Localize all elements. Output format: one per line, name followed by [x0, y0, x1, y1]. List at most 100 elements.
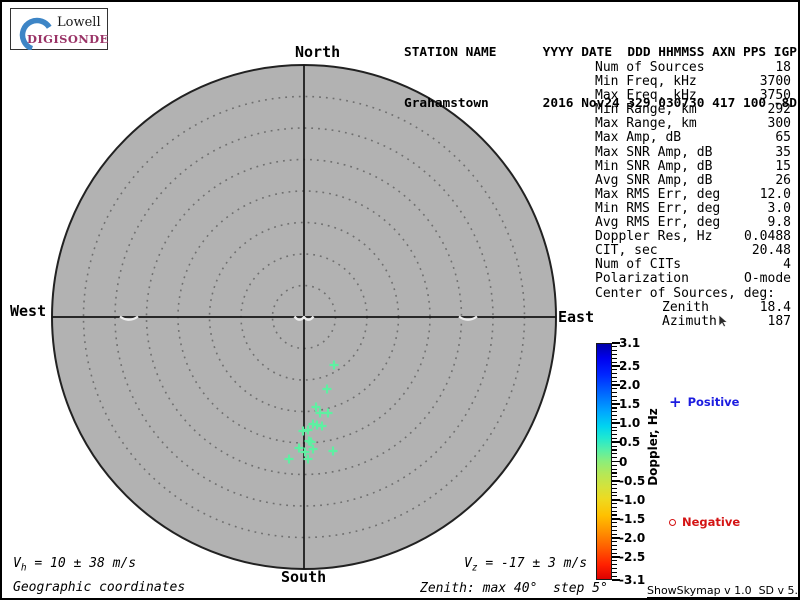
stats-row: Num of Sources 18	[595, 60, 791, 75]
stats-row: Polarization O-mode	[595, 272, 791, 286]
colorbar-tick-label: 2.0	[619, 378, 641, 393]
logo-lowell-text: Lowell	[57, 15, 101, 30]
colorbar-tick-label: 0	[619, 454, 628, 469]
coordinate-system-label: Geographic coordinates	[13, 580, 186, 595]
colorbar-minor-tick	[612, 438, 617, 440]
colorbar-minor-tick	[612, 353, 617, 355]
stats-label: Azimuth	[662, 313, 717, 329]
colorbar-minor-tick	[612, 506, 617, 508]
colorbar-minor-tick	[612, 449, 617, 451]
colorbar-minor-tick	[612, 575, 617, 577]
colorbar-tick-label: -1.0	[619, 492, 646, 507]
colorbar-minor-tick	[612, 376, 617, 378]
colorbar-minor-tick	[612, 395, 617, 398]
stats-label: Doppler Res, Hz	[595, 229, 713, 245]
colorbar-tick-label: 0.5	[619, 435, 641, 450]
colorbar-minor-tick	[612, 514, 617, 516]
stats-row: Zenith 18.4	[595, 299, 791, 315]
stats-value: 18	[775, 60, 791, 75]
stats-value: 20.48	[751, 243, 791, 259]
colorbar-minor-tick	[612, 369, 617, 371]
stats-row: Num of CITs 4	[595, 258, 791, 272]
colorbar-tick-label: -2.5	[619, 550, 646, 565]
colorbar-minor-tick	[612, 564, 617, 566]
colorbar-minor-tick	[612, 388, 617, 390]
stats-value: 12.0	[759, 186, 791, 202]
colorbar-minor-tick	[612, 529, 617, 531]
version-label: ShowSkymap v 1.0 SD v 5.1	[647, 584, 798, 598]
stats-value: 3750	[759, 88, 791, 104]
colorbar-tick-label: -2.0	[619, 530, 646, 545]
stats-label: Zenith	[662, 299, 709, 315]
horizontal-velocity-readout: Vh = 10 ± 38 m/s	[13, 556, 137, 574]
stats-row: Azimuth 187	[595, 313, 791, 329]
colorbar-minor-tick	[612, 522, 617, 524]
stats-value: 26	[775, 172, 791, 188]
colorbar-minor-tick	[612, 392, 617, 394]
legend-positive: + Positive	[669, 392, 739, 411]
stats-label: Avg SNR Amp, dB	[595, 172, 713, 188]
stats-panel: Num of Sources 18 Min Freq, kHz 3700 Max Fre…	[595, 60, 791, 329]
colorbar-minor-tick	[612, 350, 617, 352]
stats-label: Max SNR Amp, dB	[595, 144, 713, 160]
colorbar-minor-tick	[612, 567, 617, 570]
stats-label: Num of Sources	[595, 60, 705, 75]
colorbar-minor-tick	[612, 533, 617, 535]
stats-label: Min SNR Amp, dB	[595, 158, 713, 174]
stats-value: 15	[775, 158, 791, 174]
stats-label: Max RMS Err, deg	[595, 186, 721, 202]
colorbar-minor-tick	[612, 380, 617, 382]
legend-negative: Negative	[669, 515, 740, 529]
circle-marker-icon	[669, 518, 676, 526]
colorbar-minor-tick	[612, 476, 617, 478]
showskymap-window: Lowell DIGISONDE STATION NAME YYYY DATE …	[0, 0, 800, 600]
plus-marker-icon: +	[669, 392, 682, 411]
stats-label: Min RMS Err, deg	[595, 200, 721, 216]
colorbar-minor-tick	[612, 495, 617, 497]
stats-label: Max Range, km	[595, 116, 697, 132]
east-label: East	[558, 308, 595, 326]
west-label: West	[10, 302, 47, 320]
colorbar-tick-label: -3.1	[619, 573, 646, 587]
stats-row: Max Amp, dB 65	[595, 131, 791, 145]
stats-value: 292	[767, 102, 791, 118]
colorbar-minor-tick	[612, 411, 617, 413]
stats-row: Center of Sources, deg:	[595, 286, 791, 301]
zenith-range-note: Zenith: max 40° step 5°	[420, 581, 608, 596]
stats-row: Min RMS Err, deg 3.0	[595, 200, 791, 216]
colorbar-minor-tick	[612, 491, 617, 493]
stats-row: Max SNR Amp, dB 35	[595, 144, 791, 160]
colorbar-minor-tick	[612, 445, 617, 447]
colorbar-minor-tick	[612, 426, 617, 428]
stats-value: 18.4	[759, 299, 791, 315]
stats-value: 3700	[759, 74, 791, 90]
colorbar-minor-tick	[612, 510, 617, 512]
vertical-velocity-readout: Vz = -17 ± 3 m/s	[464, 556, 588, 574]
colorbar-minor-tick	[612, 453, 617, 455]
colorbar-minor-tick	[612, 399, 617, 401]
colorbar-minor-tick	[612, 472, 617, 474]
stats-label: Num of CITs	[595, 257, 682, 273]
stats-value: 3.0	[767, 200, 791, 216]
stats-value: 4	[783, 257, 791, 273]
colorbar-axis-label: Doppler, Hz	[646, 408, 660, 486]
lowell-digisonde-logo: Lowell DIGISONDE	[10, 8, 108, 50]
colorbar-minor-tick	[612, 483, 617, 485]
colorbar-minor-tick	[612, 434, 617, 436]
colorbar-minor-tick	[612, 487, 617, 489]
colorbar-minor-tick	[612, 560, 617, 562]
stats-label: CIT, sec	[595, 243, 658, 259]
stats-row: CIT, sec 20.48	[595, 244, 791, 258]
stats-label: Min Freq, kHz	[595, 74, 697, 90]
colorbar-tick-label: 2.5	[619, 358, 641, 373]
legend-negative-label: Negative	[682, 515, 741, 529]
stats-value: O-mode	[744, 271, 791, 287]
colorbar-minor-tick	[612, 571, 617, 573]
stats-value: 187	[767, 313, 791, 329]
colorbar-minor-tick	[612, 430, 617, 432]
doppler-colorbar	[596, 343, 612, 580]
stats-row: Avg SNR Amp, dB 26	[595, 172, 791, 188]
colorbar-minor-tick	[612, 373, 617, 375]
colorbar-tick-label: 1.0	[619, 416, 641, 431]
colorbar-minor-tick	[612, 464, 617, 466]
